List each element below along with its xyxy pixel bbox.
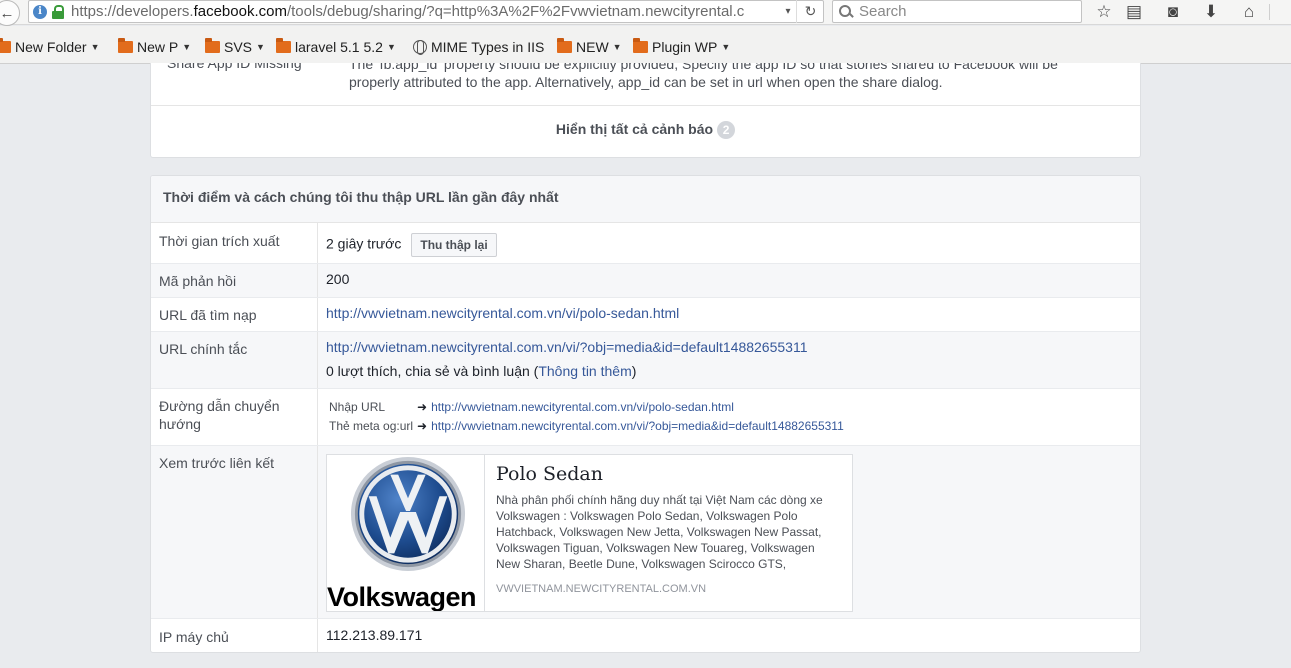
preview-domain: VWVIETNAM.NEWCITYRENTAL.COM.VN — [496, 583, 707, 595]
bookmark-laravel[interactable]: laravel 5.1 5.2 ▼ — [276, 38, 396, 56]
url-text[interactable]: https://developers.facebook.com/tools/de… — [71, 3, 744, 20]
preview-description: Nhà phân phối chính hãng duy nhất tại Vi… — [496, 493, 823, 571]
table-row-fetched-url: URL đã tìm nạp http://vwvietnam.newcityr… — [151, 298, 1140, 332]
fetched-url-label: URL đã tìm nạp — [159, 307, 257, 323]
chevron-down-icon: ▼ — [90, 42, 100, 52]
divider — [317, 446, 318, 618]
response-code-label: Mã phản hồi — [159, 273, 237, 289]
table-row-link-preview: Xem trước liên kết Volkswagen Polo Sedan… — [151, 446, 1140, 619]
fetched-url-link[interactable]: http://vwvietnam.newcityrental.com.vn/vi… — [326, 305, 679, 321]
table-row-server-ip: IP máy chủ 112.213.89.171 — [151, 619, 1140, 652]
divider — [317, 264, 318, 297]
warning-title: Share App ID Missing — [167, 63, 302, 71]
lock-icon — [51, 4, 65, 19]
arrow-right-icon: ➜ — [417, 419, 428, 433]
reload-icon[interactable]: ↻ — [796, 0, 824, 23]
canonical-url-link[interactable]: http://vwvietnam.newcityrental.com.vn/vi… — [326, 339, 807, 355]
divider — [151, 105, 1140, 106]
bookmark-new-p[interactable]: New P ▼ — [118, 38, 191, 56]
table-row-response-code: Mã phản hồi 200 — [151, 264, 1140, 298]
chevron-down-icon: ▼ — [386, 42, 396, 52]
reading-list-icon[interactable]: ▤ — [1123, 2, 1145, 22]
folder-icon — [0, 38, 11, 53]
time-scraped-value: 2 giây trước — [326, 235, 402, 252]
warnings-card: Share App ID Missing The 'fb:app_id' pro… — [150, 63, 1141, 158]
warning-body: The 'fb:app_id' property should be expli… — [349, 63, 1058, 90]
downloads-icon[interactable]: ⬇ — [1200, 2, 1222, 22]
divider — [317, 389, 318, 445]
search-icon — [839, 4, 853, 19]
chevron-down-icon: ▼ — [721, 42, 731, 52]
arrow-right-icon: ➜ — [417, 400, 428, 414]
bookmark-new-folder[interactable]: New Folder ▼ — [0, 38, 100, 56]
browser-toolbar: ← i https://developers.facebook.com/tool… — [0, 0, 1291, 26]
preview-title: Polo Sedan — [496, 463, 603, 485]
folder-icon — [118, 38, 133, 53]
bookmark-new[interactable]: NEW ▼ — [557, 38, 622, 56]
search-bar[interactable]: Search — [832, 0, 1082, 23]
redirect-og-url: Thẻ meta og:url ➜ http://vwvietnam.newcity… — [329, 419, 844, 433]
link-preview-label: Xem trước liên kết — [159, 455, 275, 471]
folder-icon — [557, 38, 572, 53]
preview-image: Volkswagen — [327, 455, 485, 611]
table-row-time-scraped: Thời gian trích xuất 2 giây trước Thu thậ… — [151, 223, 1140, 264]
home-icon[interactable]: ⌂ — [1238, 2, 1260, 22]
bookmark-svs[interactable]: SVS ▼ — [205, 38, 265, 56]
show-all-warnings-button[interactable]: Hiển thị tất cả cảnh báo 2 — [151, 121, 1140, 140]
bookmark-mime-types[interactable]: MIME Types in IIS — [413, 38, 544, 56]
response-code-value: 200 — [326, 271, 350, 287]
volkswagen-logo-icon — [350, 456, 466, 572]
preview-image-wordmark: Volkswagen — [327, 582, 477, 611]
redirect-input-link[interactable]: http://vwvietnam.newcityrental.com.vn/vi… — [431, 400, 734, 414]
more-info-link[interactable]: Thông tin thêm — [538, 363, 631, 379]
toolbar-separator — [1269, 4, 1270, 20]
divider — [317, 223, 318, 263]
link-preview-card[interactable]: Volkswagen Polo Sedan Nhà phân phối chín… — [326, 454, 853, 612]
divider — [317, 298, 318, 331]
server-ip-label: IP máy chủ — [159, 629, 229, 645]
folder-icon — [205, 38, 220, 53]
table-row-redirect-path: Đường dẫn chuyển hướng Nhập URL ➜ http://v… — [151, 389, 1140, 446]
info-icon[interactable]: i — [33, 4, 47, 19]
folder-icon — [633, 38, 648, 53]
redirect-og-link[interactable]: http://vwvietnam.newcityrental.com.vn/vi… — [431, 419, 844, 433]
engagement-text: 0 lượt thích, chia sẻ và bình luận (Thôn… — [326, 363, 637, 379]
table-row-canonical-url: URL chính tắc http://vwvietnam.newcityre… — [151, 332, 1140, 389]
globe-icon — [413, 40, 427, 55]
scrape-card-header: Thời điểm và cách chúng tôi thu thập URL… — [151, 176, 1140, 223]
canonical-url-label: URL chính tắc — [159, 341, 248, 357]
server-ip-value: 112.213.89.171 — [326, 627, 423, 643]
url-bar[interactable]: i https://developers.facebook.com/tools/… — [28, 0, 824, 23]
chevron-down-icon: ▼ — [612, 42, 622, 52]
bookmarks-bar: New Folder ▼ New P ▼ SVS ▼ laravel 5.1 5.2 ▼… — [0, 26, 1291, 64]
bookmark-star-icon[interactable]: ☆ — [1093, 2, 1115, 22]
warning-count-badge: 2 — [717, 121, 736, 140]
scrape-again-button[interactable]: Thu thập lại — [411, 233, 497, 257]
divider — [317, 619, 318, 652]
redirect-input-url: Nhập URL ➜ http://vwvietnam.newcityrental.… — [329, 400, 734, 414]
scrape-info-card: Thời điểm và cách chúng tôi thu thập URL… — [150, 175, 1141, 653]
folder-icon — [276, 38, 291, 53]
divider — [317, 332, 318, 388]
bookmark-plugin-wp[interactable]: Plugin WP ▼ — [633, 38, 730, 56]
scrape-card-title: Thời điểm và cách chúng tôi thu thập URL… — [163, 189, 559, 205]
redirect-path-label: Đường dẫn chuyển hướng — [159, 398, 280, 432]
chevron-down-icon: ▼ — [256, 42, 265, 52]
pocket-icon[interactable]: ◙ — [1162, 2, 1184, 22]
time-scraped-label: Thời gian trích xuất — [159, 233, 280, 249]
back-arrow-icon[interactable]: ← — [0, 0, 20, 26]
search-input[interactable]: Search — [859, 3, 907, 20]
chevron-down-icon: ▼ — [182, 42, 192, 52]
